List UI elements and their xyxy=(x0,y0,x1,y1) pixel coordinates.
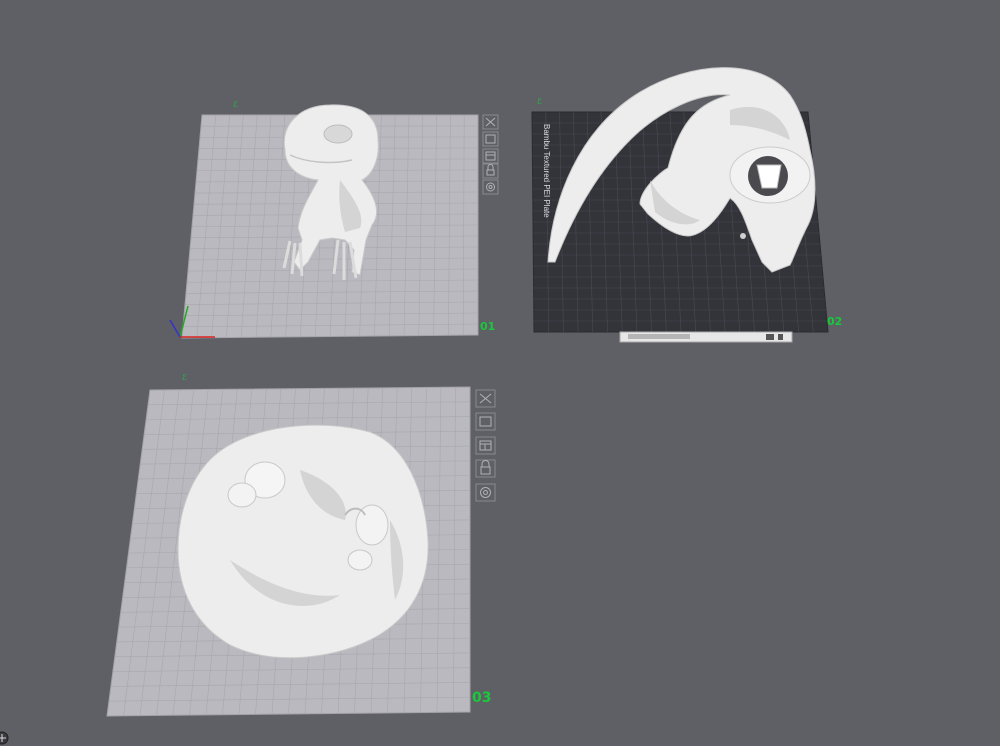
plate-01-number: 01 xyxy=(480,320,495,333)
plate-01-corner-icon: ℰ xyxy=(233,100,238,109)
3d-viewport[interactable]: ℰ 01 ℰ 02 Bambu Textured PEI Plate ℰ 03 xyxy=(0,0,1000,746)
plate-03[interactable]: ℰ 03 xyxy=(106,373,496,717)
plate-01-close-icon[interactable] xyxy=(482,114,499,130)
plate-01-toolbar xyxy=(482,114,499,195)
plate-03-arrange-icon[interactable] xyxy=(475,412,496,431)
plate-01[interactable]: ℰ 01 xyxy=(169,100,499,339)
plate-01-arrange-icon[interactable] xyxy=(482,131,499,147)
dinosaur-small-part xyxy=(740,233,746,239)
plate-02-label-mark xyxy=(766,334,774,340)
plate-02-corner-icon: ℰ xyxy=(537,97,542,106)
plate-03-close-icon[interactable] xyxy=(475,389,496,408)
plate-03-corner-icon: ℰ xyxy=(182,373,187,382)
plate-03-lock-icon[interactable] xyxy=(475,459,496,478)
orientation-icon[interactable] xyxy=(0,731,9,745)
plate-01-lock-icon[interactable] xyxy=(482,163,499,179)
plate-03-toolbar xyxy=(475,389,496,502)
plate-03-settings-icon[interactable] xyxy=(475,483,496,502)
z-axis-line xyxy=(169,319,181,338)
plate-02-label-field xyxy=(628,334,690,339)
plate-03-layout-icon[interactable] xyxy=(475,436,496,455)
plate-02-number: 02 xyxy=(827,315,842,328)
plate-03-number: 03 xyxy=(472,690,491,706)
plate-02-label-strip xyxy=(619,331,793,343)
plate-02-label-mark-2 xyxy=(778,334,783,340)
plate-01-layout-icon[interactable] xyxy=(482,148,499,164)
plate-02[interactable]: ℰ 02 Bambu Textured PEI Plate xyxy=(531,67,842,343)
plate-02-name-label: Bambu Textured PEI Plate xyxy=(542,124,551,218)
rock-base-model[interactable] xyxy=(177,424,429,659)
plate-01-settings-icon[interactable] xyxy=(482,179,499,195)
